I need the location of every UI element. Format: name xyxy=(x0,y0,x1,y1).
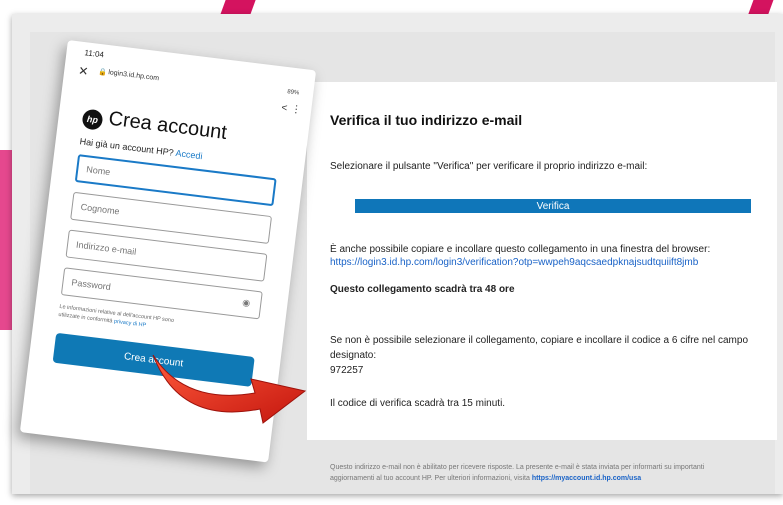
lock-icon: 🔒 xyxy=(97,68,108,77)
hp-logo: hp xyxy=(81,108,104,131)
arrow-icon xyxy=(152,354,307,424)
footer-text: Questo indirizzo e-mail non è abilitato … xyxy=(330,464,705,482)
url-bar[interactable]: login3.id.hp.com xyxy=(108,69,159,82)
alt-link-text: È anche possibile copiare e incollare qu… xyxy=(330,244,711,255)
eye-icon[interactable]: ◉ xyxy=(242,297,251,309)
battery-signal: 89% xyxy=(286,89,300,97)
legal-mid: al xyxy=(116,311,122,318)
status-time: 11:04 xyxy=(84,48,105,60)
page-title: Crea account xyxy=(107,107,229,144)
link-expiry: Questo collegamento scadrà tra 48 ore xyxy=(330,284,515,295)
verification-link[interactable]: https://login3.id.hp.com/login3/verifica… xyxy=(330,257,698,268)
decorative-stripe xyxy=(0,150,12,330)
email-footer: Questo indirizzo e-mail non è abilitato … xyxy=(330,462,740,484)
verification-code: 972257 xyxy=(330,365,364,376)
code-instruction: Se non è possibile selezionare il colleg… xyxy=(330,335,749,361)
have-account-text: Hai già un account HP? xyxy=(79,136,175,158)
verify-button[interactable]: Verifica xyxy=(355,199,751,213)
close-icon[interactable]: ✕ xyxy=(78,64,90,79)
code-expiry: Il codice di verifica scadrà tra 15 minu… xyxy=(330,398,506,409)
login-link[interactable]: Accedi xyxy=(175,148,203,161)
email-title: Verifica il tuo indirizzo e-mail xyxy=(330,112,523,128)
verification-email: Verifica il tuo indirizzo e-mail Selezio… xyxy=(307,82,777,440)
privacy-link[interactable]: privacy di HP xyxy=(114,319,147,329)
footer-link[interactable]: https://myaccount.id.hp.com/usa xyxy=(532,475,641,482)
more-icon[interactable]: ⋮ xyxy=(291,104,302,116)
email-instruction: Selezionare il pulsante "Verifica" per v… xyxy=(330,161,648,172)
share-icon[interactable]: < xyxy=(281,103,288,115)
